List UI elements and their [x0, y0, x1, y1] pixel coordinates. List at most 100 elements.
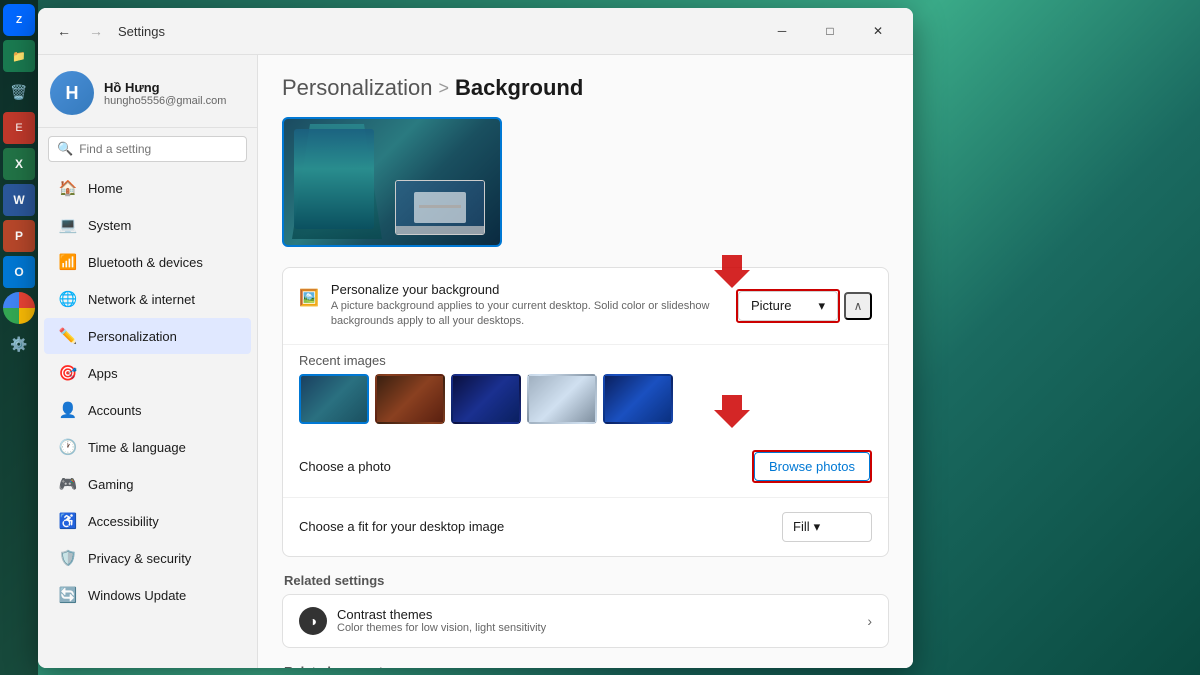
recent-images-label: Recent images [299, 345, 872, 374]
sidebar-item-bluetooth[interactable]: 📶 Bluetooth & devices [44, 244, 251, 280]
fill-dropdown-label: Fill [793, 519, 810, 534]
taskbar-icon-3[interactable]: E [3, 112, 35, 144]
home-icon: 🏠 [58, 178, 78, 198]
user-name: Hồ Hưng [104, 80, 226, 95]
fill-dropdown[interactable]: Fill ▾ [782, 512, 872, 542]
nav-list: 🏠 Home 💻 System 📶 Bluetooth & devices 🌐 … [38, 170, 257, 613]
contrast-text: Contrast themes Color themes for low vis… [337, 607, 546, 634]
breadcrumb-parent: Personalization [282, 75, 432, 101]
accounts-icon: 👤 [58, 400, 78, 420]
taskbar-icon-6[interactable]: P [3, 220, 35, 252]
sidebar-item-accessibility[interactable]: ♿ Accessibility [44, 503, 251, 539]
sidebar-item-network[interactable]: 🌐 Network & internet [44, 281, 251, 317]
choose-fit-row: Choose a fit for your desktop image Fill… [283, 498, 888, 556]
contrast-icon: ◑ [299, 607, 327, 635]
sidebar-item-system-label: System [88, 218, 131, 233]
recent-image-5[interactable] [603, 374, 673, 424]
personalize-text: Personalize your background A picture ba… [331, 282, 736, 330]
personalize-row: 🖼️ Personalize your background A picture… [283, 268, 888, 345]
search-input[interactable] [79, 142, 238, 156]
sidebar-item-time[interactable]: 🕐 Time & language [44, 429, 251, 465]
taskbar-icon-4[interactable]: X [3, 148, 35, 180]
taskbar-icon-7[interactable]: O [3, 256, 35, 288]
related-support-label: Related support [282, 664, 889, 668]
personalize-desc: A picture background applies to your cur… [331, 299, 736, 330]
sidebar-item-network-label: Network & internet [88, 292, 195, 307]
network-icon: 🌐 [58, 289, 78, 309]
taskbar-icon-2[interactable]: 🗑️ [3, 76, 35, 108]
personalize-section: 🖼️ Personalize your background A picture… [282, 267, 889, 557]
settings-body: H Hồ Hưng hungho5556@gmail.com 🔍 🏠 Home [38, 55, 913, 668]
nav-buttons: ← → [50, 17, 110, 45]
title-bar-left: ← → Settings [50, 17, 165, 45]
minimize-button[interactable]: ─ [759, 16, 805, 46]
related-settings-section: ◑ Contrast themes Color themes for low v… [282, 594, 889, 648]
system-icon: 💻 [58, 215, 78, 235]
taskbar-icon-5[interactable]: W [3, 184, 35, 216]
accessibility-icon: ♿ [58, 511, 78, 531]
sidebar-item-accounts-label: Accounts [88, 403, 141, 418]
picture-dropdown-arrow: ▾ [818, 298, 825, 314]
taskbar-icon-1[interactable]: 📁 [3, 40, 35, 72]
contrast-title: Contrast themes [337, 607, 546, 622]
sidebar-item-personalization-label: Personalization [88, 329, 177, 344]
sidebar-item-system[interactable]: 💻 System [44, 207, 251, 243]
sidebar-item-update[interactable]: 🔄 Windows Update [44, 577, 251, 613]
taskbar-icon-chrome[interactable] [3, 292, 35, 324]
sidebar-item-accessibility-label: Accessibility [88, 514, 159, 529]
taskbar-icon-settings[interactable]: ⚙️ [3, 328, 35, 360]
content-area: Personalization > Background [258, 55, 913, 668]
update-icon: 🔄 [58, 585, 78, 605]
window-controls: ─ □ ✕ [759, 16, 901, 46]
sidebar-item-bluetooth-label: Bluetooth & devices [88, 255, 203, 270]
recent-image-4[interactable] [527, 374, 597, 424]
preview-desktop-mockup [395, 180, 485, 235]
gaming-icon: 🎮 [58, 474, 78, 494]
recent-image-3[interactable] [451, 374, 521, 424]
sidebar-item-personalization[interactable]: ✏️ Personalization [44, 318, 251, 354]
search-box: 🔍 [48, 136, 247, 162]
personalize-title: Personalize your background [331, 282, 736, 297]
taskbar-icon-zalo[interactable]: Z [3, 4, 35, 36]
contrast-themes-row[interactable]: ◑ Contrast themes Color themes for low v… [283, 595, 888, 647]
personalize-controls: Picture ▾ ∧ [736, 289, 872, 323]
close-button[interactable]: ✕ [855, 16, 901, 46]
sidebar-item-accounts[interactable]: 👤 Accounts [44, 392, 251, 428]
back-button[interactable]: ← [50, 17, 78, 45]
browse-photos-container: Browse photos [752, 450, 872, 483]
choose-photo-row: Choose a photo Browse photos [283, 436, 888, 498]
personalize-collapse-btn[interactable]: ∧ [844, 292, 872, 320]
picture-dropdown[interactable]: Picture ▾ [738, 291, 838, 321]
taskbar-left: Z 📁 🗑️ E X W P O ⚙️ [0, 0, 38, 675]
sidebar-item-time-label: Time & language [88, 440, 186, 455]
fill-dropdown-arrow: ▾ [814, 519, 821, 535]
time-icon: 🕐 [58, 437, 78, 457]
forward-button[interactable]: → [82, 17, 110, 45]
sidebar-item-home[interactable]: 🏠 Home [44, 170, 251, 206]
avatar: H [50, 71, 94, 115]
sidebar-item-apps[interactable]: 🎯 Apps [44, 355, 251, 391]
user-profile[interactable]: H Hồ Hưng hungho5556@gmail.com [38, 63, 257, 128]
personalization-icon: ✏️ [58, 326, 78, 346]
breadcrumb: Personalization > Background [282, 75, 889, 101]
sidebar: H Hồ Hưng hungho5556@gmail.com 🔍 🏠 Home [38, 55, 258, 668]
picture-dropdown-label: Picture [751, 298, 791, 313]
sidebar-item-home-label: Home [88, 181, 123, 196]
sidebar-item-update-label: Windows Update [88, 588, 186, 603]
window-title: Settings [118, 24, 165, 39]
search-icon: 🔍 [57, 141, 73, 157]
browse-photos-button[interactable]: Browse photos [754, 452, 870, 481]
related-settings-label: Related settings [282, 573, 889, 588]
picture-dropdown-container: Picture ▾ [736, 289, 840, 323]
sidebar-item-privacy[interactable]: 🛡️ Privacy & security [44, 540, 251, 576]
apps-icon: 🎯 [58, 363, 78, 383]
recent-image-2[interactable] [375, 374, 445, 424]
recent-images-section: Recent images [283, 345, 888, 436]
user-email: hungho5556@gmail.com [104, 95, 226, 107]
maximize-button[interactable]: □ [807, 16, 853, 46]
title-bar: ← → Settings ─ □ ✕ [38, 8, 913, 55]
recent-image-1[interactable] [299, 374, 369, 424]
sidebar-item-gaming-label: Gaming [88, 477, 134, 492]
choose-fit-label: Choose a fit for your desktop image [299, 519, 504, 534]
sidebar-item-gaming[interactable]: 🎮 Gaming [44, 466, 251, 502]
